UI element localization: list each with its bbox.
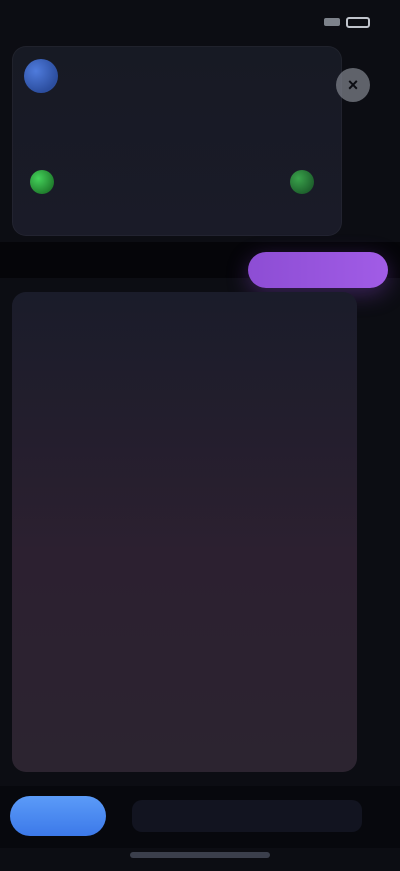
home-indicator bbox=[130, 852, 270, 858]
bottom-left-button[interactable] bbox=[10, 796, 106, 836]
close-symbol: × bbox=[347, 74, 359, 95]
primary-action-button[interactable] bbox=[248, 252, 388, 288]
status-dot-icon bbox=[290, 170, 314, 194]
message-input[interactable] bbox=[132, 800, 362, 832]
message-list bbox=[12, 292, 357, 772]
avatar[interactable] bbox=[24, 59, 58, 93]
card-header: × bbox=[24, 58, 370, 102]
right-pill[interactable] bbox=[290, 170, 324, 194]
card-row bbox=[30, 154, 324, 210]
status-bar bbox=[0, 0, 400, 44]
left-pill[interactable] bbox=[30, 170, 64, 194]
status-icons bbox=[324, 16, 376, 28]
battery-icon bbox=[346, 16, 370, 28]
signal-icon bbox=[324, 18, 340, 26]
status-dot-icon bbox=[30, 170, 54, 194]
close-icon[interactable]: × bbox=[336, 68, 370, 102]
top-card: × bbox=[12, 46, 370, 236]
